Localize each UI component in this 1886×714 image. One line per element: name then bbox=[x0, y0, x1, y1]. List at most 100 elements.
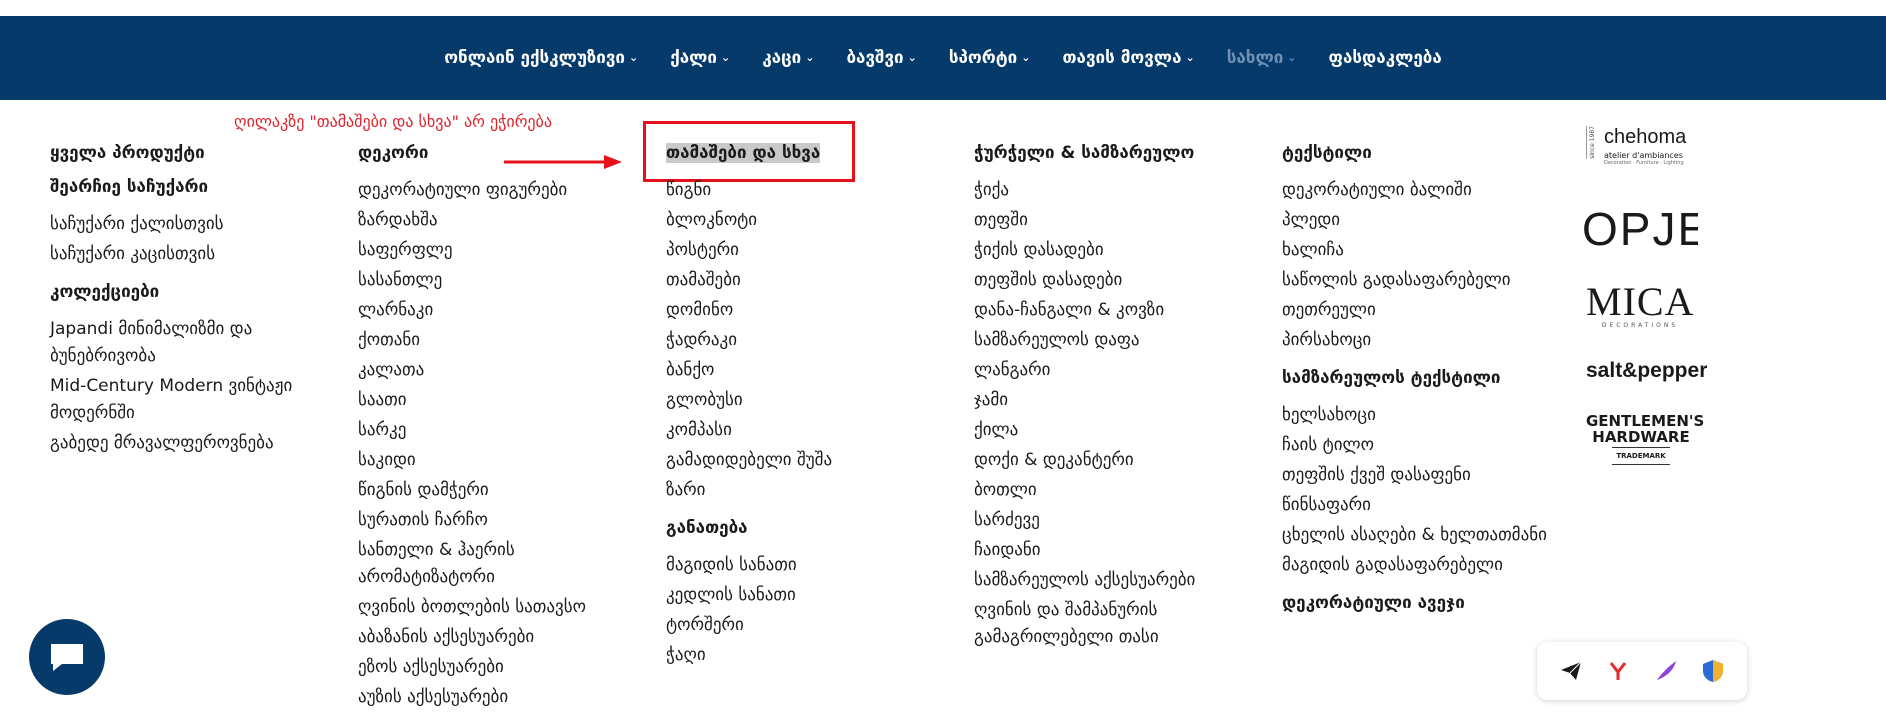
yandex-icon[interactable] bbox=[1605, 658, 1631, 684]
brand-saltpepper[interactable]: salt&pepper bbox=[1586, 359, 1716, 383]
mica-name: MICA bbox=[1586, 279, 1695, 324]
gift-link[interactable]: საჩუქარი ქალისთვის bbox=[50, 211, 310, 238]
games-link[interactable]: ბანქო bbox=[666, 357, 926, 384]
lighting-link[interactable]: ტორშერი bbox=[666, 612, 926, 639]
decor-link[interactable]: ქოთანი bbox=[358, 327, 628, 354]
collection-link[interactable]: Japandi მინიმალიზმი და ბუნებრივობა bbox=[50, 316, 310, 370]
nav-item-1[interactable]: ქალი ⌄ bbox=[670, 48, 730, 68]
games-link[interactable]: დომინო bbox=[666, 297, 926, 324]
decor-link[interactable]: აბაზანის აქსესუარები bbox=[358, 624, 628, 651]
send-icon[interactable] bbox=[1558, 658, 1584, 684]
chevron-down-icon: ⌄ bbox=[721, 50, 731, 64]
decor-link[interactable]: სარკე bbox=[358, 417, 628, 444]
textile-link[interactable]: ხალიჩა bbox=[1282, 237, 1550, 264]
kitchen-textile-link[interactable]: ჩაის ტილო bbox=[1282, 432, 1550, 459]
gift-heading[interactable]: შეარჩიე საჩუქარი bbox=[50, 177, 310, 197]
decor-link[interactable]: ლარნაკი bbox=[358, 297, 628, 324]
nav-item-label: სახლი bbox=[1226, 48, 1284, 68]
games-link[interactable]: ჭადრაკი bbox=[666, 327, 926, 354]
games-link[interactable]: ზარი bbox=[666, 477, 926, 504]
decor-link[interactable]: აუზის აქსესუარები bbox=[358, 684, 628, 711]
decor-link[interactable]: დეკორატიული ფიგურები bbox=[358, 177, 628, 204]
textile-link[interactable]: პლედი bbox=[1282, 207, 1550, 234]
nav-item-6[interactable]: სახლი ⌄ bbox=[1227, 48, 1297, 68]
chevron-down-icon: ⌄ bbox=[1287, 50, 1297, 64]
kitchenware-link[interactable]: სამზარეულოს დაფა bbox=[974, 327, 1234, 354]
kitchenware-link[interactable]: დანა-ჩანგალი & კოვზი bbox=[974, 297, 1234, 324]
decor-link[interactable]: ღვინის ბოთლების სათავსო bbox=[358, 594, 628, 621]
decor-link[interactable]: საფერფლე bbox=[358, 237, 628, 264]
mica-sub: DECORATIONS bbox=[1601, 322, 1679, 329]
chevron-down-icon: ⌄ bbox=[1021, 50, 1031, 64]
decor-link[interactable]: სურათის ჩარჩო bbox=[358, 507, 628, 534]
feather-icon[interactable] bbox=[1653, 658, 1679, 684]
kitchen-textile-heading[interactable]: სამზარეულოს ტექსტილი bbox=[1282, 368, 1550, 388]
decor-furniture-heading[interactable]: დეკორატიული ავეჯი bbox=[1282, 593, 1550, 613]
decor-link[interactable]: ეზოს აქსესუარები bbox=[358, 654, 628, 681]
decor-link[interactable]: კალათა bbox=[358, 357, 628, 384]
kitchenware-link[interactable]: ჭიქა bbox=[974, 177, 1234, 204]
kitchenware-link[interactable]: სამზარეულოს აქსესუარები bbox=[974, 567, 1234, 594]
chehoma-sub: atelier d'ambiances bbox=[1604, 151, 1683, 160]
shield-icon[interactable] bbox=[1700, 658, 1726, 684]
kitchenware-link[interactable]: ღვინის და შამპანურის გამაგრილებელი თასი bbox=[974, 597, 1234, 651]
kitchenware-link[interactable]: დოქი & დეკანტერი bbox=[974, 447, 1234, 474]
lighting-link[interactable]: კედლის სანათი bbox=[666, 582, 926, 609]
kitchenware-link[interactable]: ჩაიდანი bbox=[974, 537, 1234, 564]
decor-link[interactable]: სანთელი & ჰაერის არომატიზატორი bbox=[358, 537, 628, 591]
brand-opjet[interactable]: OPJET bbox=[1582, 206, 1698, 252]
nav-item-5[interactable]: თავის მოვლა ⌄ bbox=[1062, 48, 1194, 68]
collection-link[interactable]: Mid-Century Modern ვინტაჟი მოდერნში bbox=[50, 373, 310, 427]
nav-item-7[interactable]: ფასდაკლება bbox=[1329, 48, 1442, 68]
brand-chehoma[interactable]: since 1987 chehoma atelier d'ambiances D… bbox=[1586, 126, 1716, 176]
collection-link[interactable]: გაბედე მრავალფეროვნება bbox=[50, 430, 310, 457]
kitchenware-link[interactable]: ქილა bbox=[974, 417, 1234, 444]
lighting-link[interactable]: მაგიდის სანათი bbox=[666, 552, 926, 579]
nav-item-0[interactable]: ონლაინ ექსკლუზივი ⌄ bbox=[444, 48, 638, 68]
games-link[interactable]: გამადიდებელი შუშა bbox=[666, 447, 926, 474]
kitchen-textile-link[interactable]: ხელსახოცი bbox=[1282, 402, 1550, 429]
textile-heading[interactable]: ტექსტილი bbox=[1282, 143, 1550, 163]
decor-link[interactable]: საათი bbox=[358, 387, 628, 414]
kitchen-textile-link[interactable]: თეფშის ქვეშ დასაფენი bbox=[1282, 462, 1550, 489]
decor-link[interactable]: წიგნის დამჭერი bbox=[358, 477, 628, 504]
decor-heading[interactable]: დეკორი bbox=[358, 143, 628, 163]
games-link[interactable]: თამაშები bbox=[666, 267, 926, 294]
games-link[interactable]: წიგნი bbox=[666, 177, 926, 204]
decor-link[interactable]: საკიდი bbox=[358, 447, 628, 474]
decor-link[interactable]: სასანთლე bbox=[358, 267, 628, 294]
kitchenware-link[interactable]: ლანგარი bbox=[974, 357, 1234, 384]
games-link[interactable]: გლობუსი bbox=[666, 387, 926, 414]
kitchen-textile-link[interactable]: მაგიდის გადასაფარებელი bbox=[1282, 552, 1550, 579]
gift-link[interactable]: საჩუქარი კაცისთვის bbox=[50, 241, 310, 268]
games-link[interactable]: პოსტერი bbox=[666, 237, 926, 264]
kitchenware-link[interactable]: სარძევე bbox=[974, 507, 1234, 534]
kitchenware-link[interactable]: ჭიქის დასადები bbox=[974, 237, 1234, 264]
kitchenware-heading[interactable]: ჭურჭელი & სამზარეულო bbox=[974, 143, 1234, 163]
games-heading[interactable]: თამაშები და სხვა bbox=[666, 143, 926, 163]
decor-link[interactable]: ზარდახშა bbox=[358, 207, 628, 234]
textile-link[interactable]: დეკორატიული ბალიში bbox=[1282, 177, 1550, 204]
kitchenware-link[interactable]: ბოთლი bbox=[974, 477, 1234, 504]
lighting-link[interactable]: ჭაღი bbox=[666, 642, 926, 669]
kitchen-textile-link[interactable]: ცხელის ასაღები & ხელთათმანი bbox=[1282, 522, 1550, 549]
brand-mica[interactable]: MICA DECORATIONS bbox=[1586, 279, 1716, 330]
games-link[interactable]: ბლოკნოტი bbox=[666, 207, 926, 234]
textile-link[interactable]: საწოლის გადასაფარებელი bbox=[1282, 267, 1550, 294]
nav-item-4[interactable]: სპორტი ⌄ bbox=[949, 48, 1031, 68]
kitchenware-link[interactable]: ჯამი bbox=[974, 387, 1234, 414]
lighting-heading[interactable]: განათება bbox=[666, 518, 926, 538]
kitchenware-link[interactable]: თეფში bbox=[974, 207, 1234, 234]
games-link[interactable]: კომპასი bbox=[666, 417, 926, 444]
nav-item-label: ბავშვი bbox=[846, 48, 904, 68]
all-products-link[interactable]: ყველა პროდუქტი bbox=[50, 143, 310, 163]
nav-item-3[interactable]: ბავშვი ⌄ bbox=[846, 48, 916, 68]
nav-item-2[interactable]: კაცი ⌄ bbox=[762, 48, 814, 68]
textile-link[interactable]: თეთრეული bbox=[1282, 297, 1550, 324]
textile-link[interactable]: პირსახოცი bbox=[1282, 327, 1550, 354]
brand-gentlemens-hardware[interactable]: GENTLEMEN'S HARDWARE TRADEMARK bbox=[1586, 413, 1704, 465]
chat-button[interactable] bbox=[29, 619, 105, 695]
kitchen-textile-link[interactable]: წინსაფარი bbox=[1282, 492, 1550, 519]
kitchenware-link[interactable]: თეფშის დასადები bbox=[974, 267, 1234, 294]
collections-heading[interactable]: კოლექციები bbox=[50, 282, 310, 302]
